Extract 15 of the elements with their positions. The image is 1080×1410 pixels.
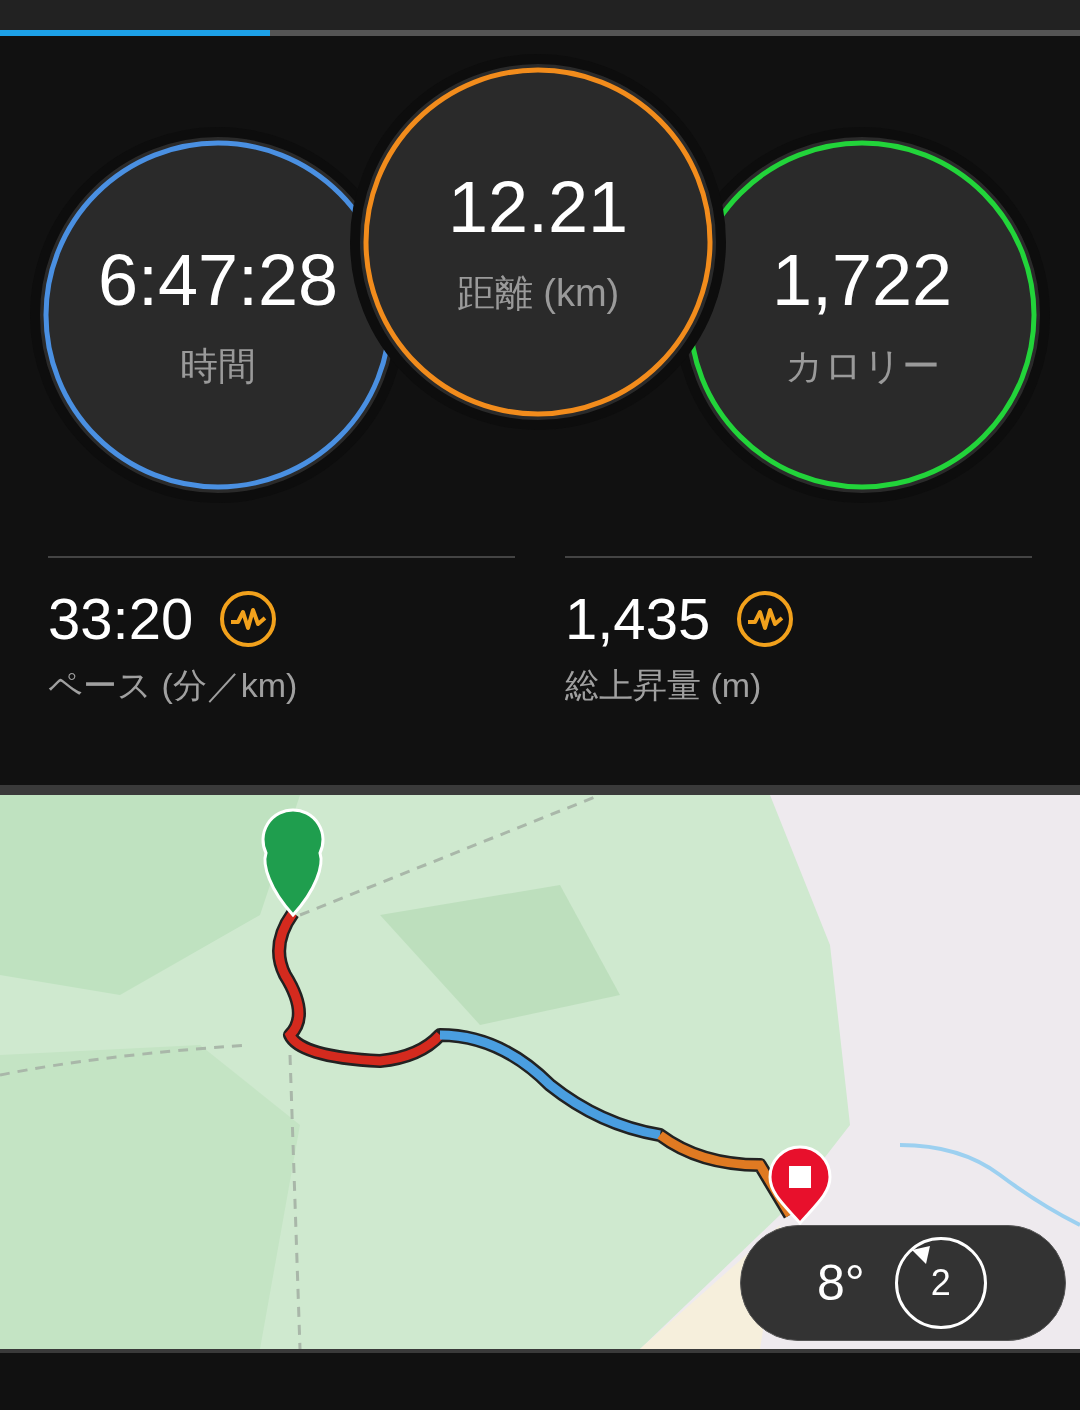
activity-wave-icon xyxy=(736,590,795,648)
wind-indicator: 2 xyxy=(894,1237,987,1329)
stat-label: ペース (分／km) xyxy=(48,665,298,706)
ring-label: 時間 xyxy=(180,343,256,389)
ring-label: 距離 (km) xyxy=(456,270,620,316)
finish-pin-icon xyxy=(766,1145,834,1225)
ring-label: カロリー xyxy=(784,343,940,389)
stat-label: 総上昇量 (m) xyxy=(565,665,762,706)
temperature: 8° xyxy=(817,1253,865,1313)
activity-wave-icon xyxy=(219,590,278,648)
stat-value: 1,435 xyxy=(565,590,711,648)
stat-value: 33:20 xyxy=(48,590,194,648)
ring-value: 6:47:28 xyxy=(97,243,339,316)
ring-value: 12.21 xyxy=(447,170,629,243)
ring-value: 1,722 xyxy=(771,243,953,316)
